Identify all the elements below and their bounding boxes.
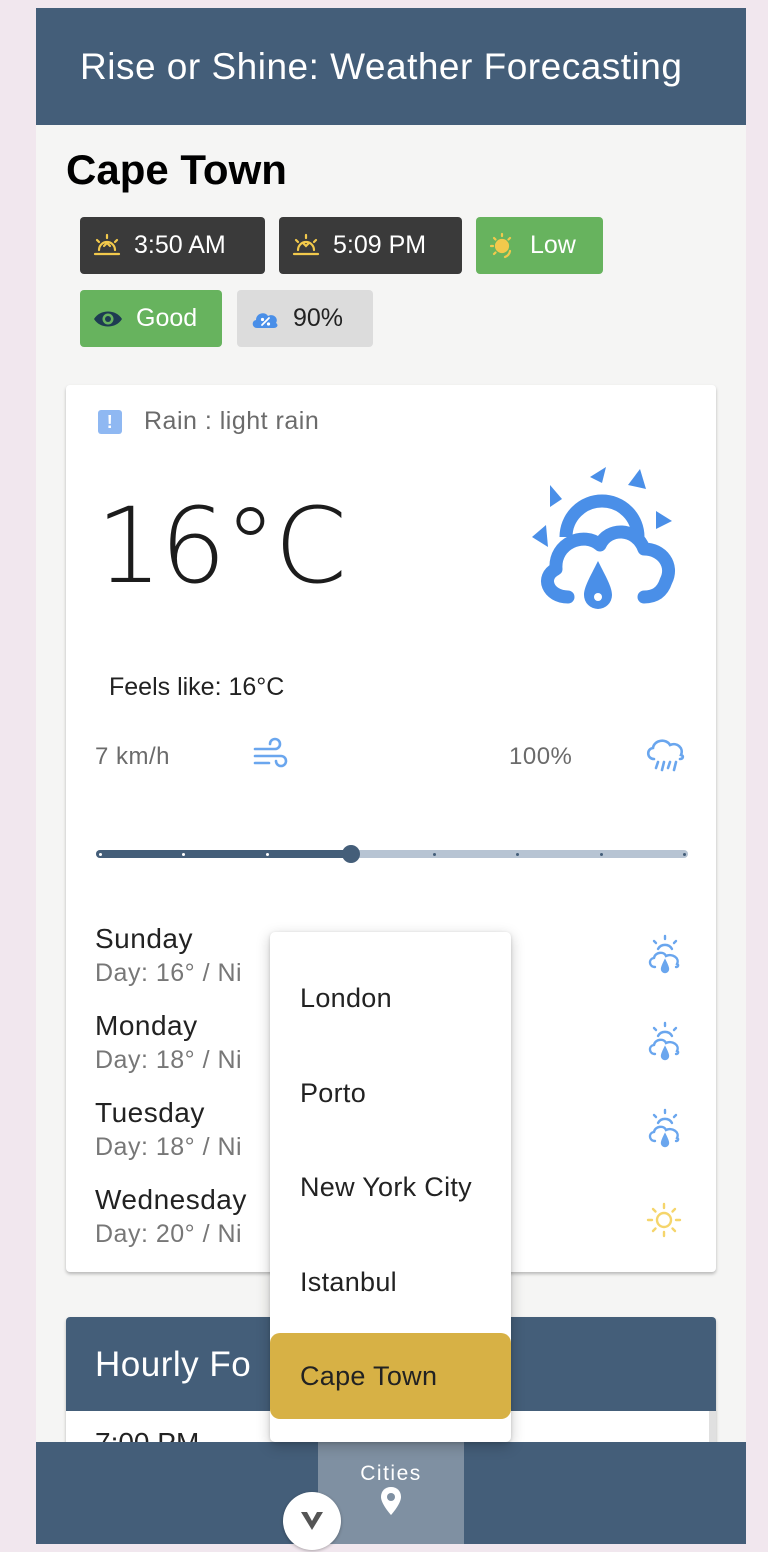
sun-icon (646, 1202, 682, 1238)
chevron-down-icon (301, 1512, 323, 1530)
uv-index-chip: Low (476, 217, 603, 274)
city-dropdown-menu: London Porto New York City Istanbul Cape… (270, 932, 511, 1442)
slider-step-dot (265, 852, 269, 856)
visibility-chip: Good (80, 290, 222, 347)
sun-rain-icon (648, 1108, 680, 1148)
city-name: Cape Town (66, 146, 287, 193)
app-title: Rise or Shine: Weather Forecasting (80, 46, 683, 87)
city-option-porto[interactable]: Porto (270, 1050, 511, 1136)
forecast-row-tuesday: Tuesday Day: 18° / Ni (95, 1097, 242, 1162)
cities-nav-label: Cities (360, 1462, 422, 1485)
slider-step-dot (683, 852, 686, 856)
forecast-row-monday: Monday Day: 18° / Ni (95, 1010, 242, 1075)
forecast-day: Sunday (95, 923, 193, 954)
sunrise-icon (93, 233, 121, 255)
rain-cloud-icon (646, 739, 685, 772)
sunrise-time: 3:50 AM (134, 231, 226, 259)
sun-rain-icon (648, 1021, 680, 1061)
wind-speed: 7 km/h (95, 743, 171, 770)
sunset-icon (292, 233, 320, 255)
menu-toggle-button[interactable] (283, 1492, 341, 1550)
sunset-chip: 5:09 PM (279, 217, 462, 274)
city-option-cape-town[interactable]: Cape Town (270, 1333, 511, 1419)
visibility-value: Good (136, 304, 198, 332)
eye-icon (94, 311, 122, 326)
city-option-london[interactable]: London (270, 955, 511, 1041)
weather-alert: ! Rain : light rain (98, 407, 319, 436)
precipitation-chance: 100% (509, 743, 573, 770)
sunrise-chip: 3:50 AM (80, 217, 265, 274)
alert-icon: ! (98, 409, 122, 434)
cloud-percent-icon (252, 312, 278, 328)
slider-step-dot (99, 852, 102, 856)
slider-step-dot (516, 852, 520, 856)
wind-icon (253, 737, 288, 768)
bottom-nav: Cities (36, 1442, 746, 1544)
forecast-row-sunday: Sunday Day: 16° / Ni (95, 923, 242, 988)
forecast-temps: Day: 18° / Ni (95, 1133, 243, 1161)
forecast-temps: Day: 18° / Ni (95, 1046, 243, 1074)
forecast-temps: Day: 20° / Ni (95, 1220, 243, 1248)
slider-fill (96, 850, 351, 858)
forecast-row-wednesday: Wednesday Day: 20° / Ni (95, 1184, 247, 1249)
slider-step-dot (432, 852, 436, 856)
feels-like: Feels like: 16°C (109, 673, 285, 701)
city-option-new-york-city[interactable]: New York City (270, 1144, 511, 1230)
city-option-istanbul[interactable]: Istanbul (270, 1239, 511, 1325)
forecast-day: Monday (95, 1010, 198, 1041)
location-pin-icon (381, 1487, 401, 1515)
sunset-time: 5:09 PM (333, 231, 427, 259)
current-temperature: 16°C (96, 485, 347, 607)
sun-rain-cloud-icon (532, 467, 675, 609)
uv-index-value: Low (530, 231, 576, 259)
forecast-temps: Day: 16° / Ni (95, 959, 243, 987)
alert-text: Rain : light rain (144, 407, 320, 435)
slider-thumb[interactable] (341, 845, 360, 863)
forecast-day: Tuesday (95, 1097, 205, 1128)
sun-rain-icon (648, 934, 680, 974)
slider-step-dot (599, 852, 603, 856)
cloud-cover-chip: 90% (237, 290, 373, 347)
app-header: Rise or Shine: Weather Forecasting (36, 8, 746, 125)
cloud-cover-value: 90% (293, 304, 344, 332)
uv-sun-icon (489, 232, 512, 258)
forecast-day: Wednesday (95, 1184, 247, 1215)
hour-slider[interactable] (96, 845, 688, 863)
hourly-title: Hourly Fo (95, 1345, 252, 1384)
